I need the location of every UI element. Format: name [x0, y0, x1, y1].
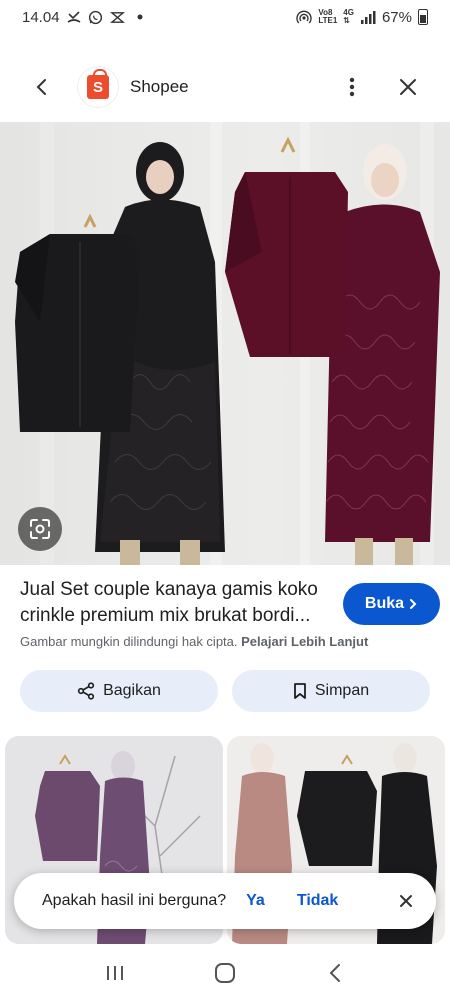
product-photo: [0, 122, 450, 565]
app-header: S Shopee: [0, 58, 450, 116]
feedback-close-button[interactable]: [392, 887, 420, 915]
visit-button[interactable]: Buka: [342, 583, 440, 625]
close-button[interactable]: [386, 65, 430, 109]
learn-more-link[interactable]: Pelajari Lebih Lanjut: [241, 634, 368, 649]
bookmark-icon: [293, 683, 306, 699]
recent-apps-icon: [107, 966, 123, 980]
site-name: Shopee: [130, 77, 189, 96]
feedback-yes-button[interactable]: Ya: [246, 892, 265, 910]
shopee-logo: S: [78, 67, 118, 107]
google-lens-button[interactable]: [18, 507, 62, 551]
home-button[interactable]: [205, 953, 245, 993]
visit-label: Buka: [364, 595, 405, 612]
whatsapp-icon: [88, 9, 104, 25]
clock: 14.04: [22, 8, 60, 26]
lens-icon: [30, 519, 50, 539]
status-left: 14.04: [22, 9, 148, 26]
status-right: Vo8 LTE1 4G ⇅ 67%: [296, 9, 428, 26]
action-row: Bagikan Simpan: [20, 670, 430, 712]
notification-dot-icon: [132, 9, 148, 25]
hotspot-icon: [296, 9, 312, 25]
share-icon: [77, 682, 95, 700]
feedback-question: Apakah hasil ini berguna?: [42, 892, 227, 909]
chevron-right-icon: [410, 599, 417, 609]
network-bottom: LTE1: [318, 16, 338, 25]
back-button[interactable]: [20, 65, 64, 109]
save-label: Simpan: [314, 682, 370, 699]
share-label: Bagikan: [103, 682, 161, 699]
battery-percent: 67%: [381, 8, 412, 26]
logo-letter: S: [92, 78, 103, 96]
feedback-no-button[interactable]: Tidak: [297, 892, 339, 910]
more-options-button[interactable]: [330, 65, 374, 109]
battery-icon: [418, 9, 428, 25]
more-vert-icon: [349, 77, 355, 97]
back-nav-button[interactable]: [315, 953, 355, 993]
result-title-row: Jual Set couple kanaya gamis koko crinkl…: [20, 577, 440, 629]
copyright-text: Gambar mungkin dilindungi hak cipta.: [20, 634, 238, 649]
system-nav-bar: [0, 946, 450, 1000]
close-icon: [400, 79, 416, 95]
home-icon: [215, 963, 235, 983]
capcut-icon: [110, 9, 126, 25]
back-nav-icon: [329, 964, 340, 982]
feedback-toast: Apakah hasil ini berguna? Ya Tidak: [14, 873, 436, 929]
product-title[interactable]: Jual Set couple kanaya gamis koko crinkl…: [20, 577, 321, 629]
missed-call-icon: [66, 9, 82, 25]
signal-icon: [360, 9, 376, 25]
close-icon: [400, 895, 412, 907]
network-type: 4G ⇅: [343, 9, 354, 25]
recent-apps-button[interactable]: [95, 953, 135, 993]
data-arrows-icon: ⇅: [343, 16, 350, 25]
share-button[interactable]: Bagikan: [20, 670, 218, 712]
shopee-bag-icon: S: [87, 69, 109, 99]
product-image[interactable]: [0, 122, 450, 565]
save-button[interactable]: Simpan: [232, 670, 430, 712]
network-label: Vo8 LTE1: [318, 9, 337, 25]
copyright-notice: Gambar mungkin dilindungi hak cipta. Pel…: [20, 634, 368, 649]
back-arrow-icon: [36, 79, 46, 95]
status-bar: 14.04 Vo8 LTE1 4G ⇅ 67%: [0, 0, 450, 34]
